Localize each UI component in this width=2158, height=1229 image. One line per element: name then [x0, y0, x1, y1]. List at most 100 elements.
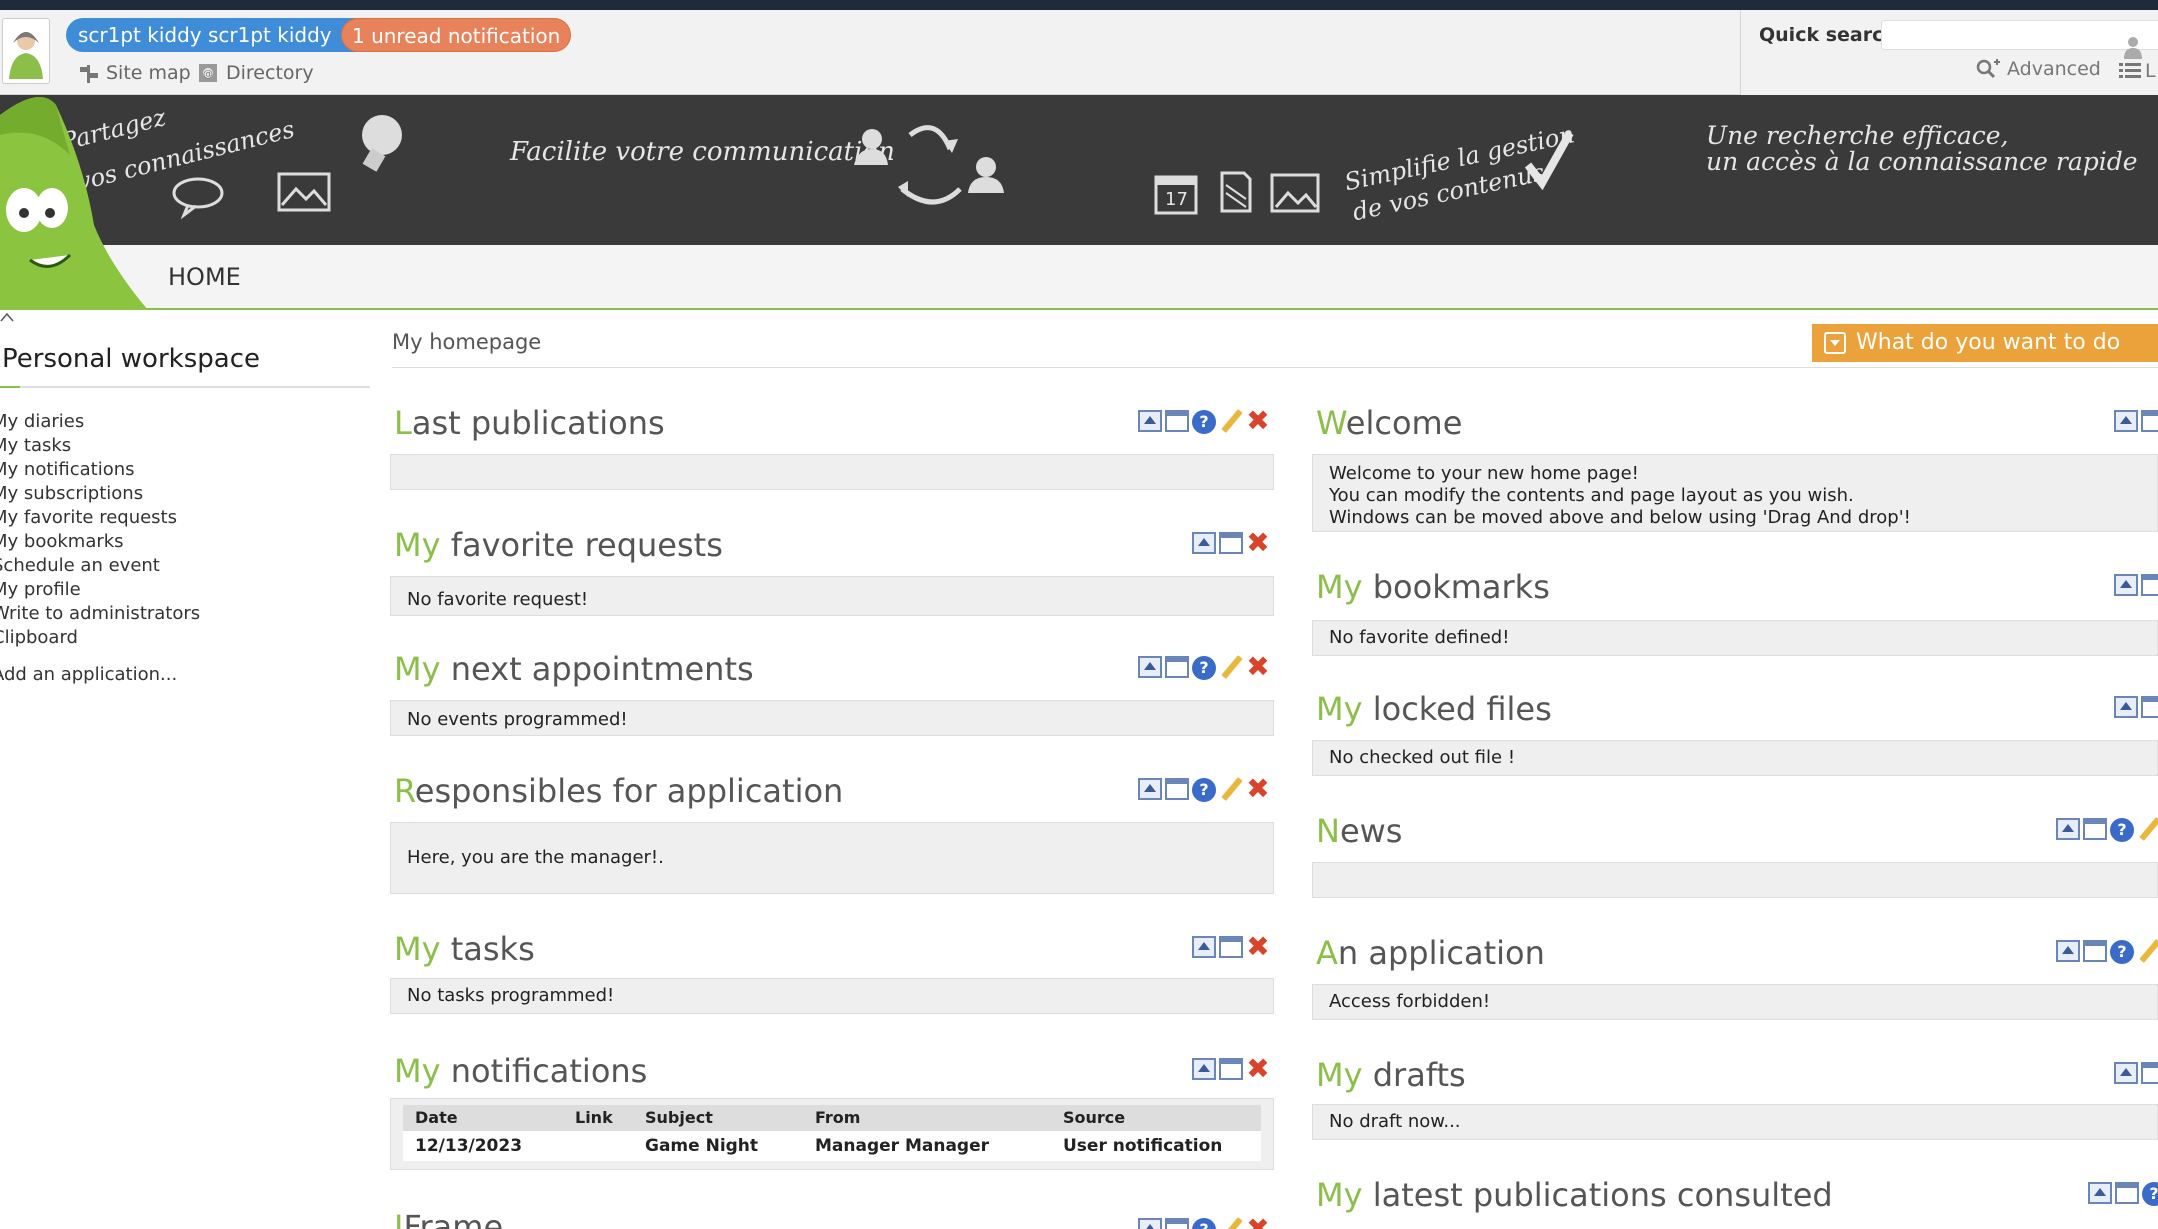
portlet-body: Welcome to your new home page! You can m…: [1312, 454, 2158, 532]
edit-icon[interactable]: [2137, 940, 2158, 962]
move-up-icon[interactable]: [2114, 410, 2138, 432]
sidebar-item-write-admins[interactable]: Write to administrators: [0, 602, 200, 626]
sidebar-item-favorite-requests[interactable]: My favorite requests: [0, 506, 200, 530]
column-link[interactable]: Link: [563, 1105, 633, 1131]
user-menu-button[interactable]: scr1pt kiddy scr1pt kiddy: [66, 18, 376, 52]
portlet-title: My next appointments: [394, 650, 754, 688]
user-avatar[interactable]: [2, 18, 50, 84]
window-icon[interactable]: [2083, 818, 2107, 840]
window-icon[interactable]: [2115, 1182, 2139, 1204]
column-subject[interactable]: Subject: [633, 1105, 803, 1131]
cell-subject[interactable]: Game Night: [633, 1131, 803, 1161]
move-up-icon[interactable]: [1192, 1058, 1216, 1080]
nav-home-link[interactable]: HOME: [168, 263, 241, 291]
help-icon[interactable]: ?: [2142, 1182, 2158, 1206]
move-up-icon[interactable]: [2056, 940, 2080, 962]
welcome-line-3: Windows can be moved above and below usi…: [1329, 507, 1911, 528]
collapse-arrow-icon[interactable]: [0, 312, 14, 322]
window-icon[interactable]: [2141, 574, 2158, 596]
window-icon[interactable]: [1165, 778, 1189, 800]
quick-search-input[interactable]: [1881, 20, 2158, 59]
welcome-line-2: You can modify the contents and page lay…: [1329, 485, 1854, 506]
portlet-body: [390, 454, 1274, 490]
help-icon[interactable]: ?: [1192, 410, 1216, 434]
help-icon[interactable]: ?: [1192, 778, 1216, 802]
sidebar: Personal workspace My diaries My tasks M…: [0, 312, 370, 1229]
move-up-icon[interactable]: [2114, 574, 2138, 596]
directory-link[interactable]: @ Directory: [198, 62, 314, 84]
portlet-title: My tasks: [394, 930, 535, 968]
portlet-controls: [2114, 1062, 2158, 1084]
window-icon[interactable]: [1219, 532, 1243, 554]
move-up-icon[interactable]: [1192, 532, 1216, 554]
sidebar-item-subscriptions[interactable]: My subscriptions: [0, 482, 200, 506]
next-action-button[interactable]: What do you want to do next?: [1812, 324, 2158, 393]
sidebar-item-clipboard[interactable]: Clipboard: [0, 626, 200, 650]
help-icon[interactable]: ?: [1192, 656, 1216, 680]
edit-icon[interactable]: [1219, 410, 1243, 432]
close-icon[interactable]: ✖: [1246, 653, 1270, 681]
sidebar-item-schedule-event[interactable]: Schedule an event: [0, 554, 200, 578]
window-icon[interactable]: [2141, 1062, 2158, 1084]
move-up-icon[interactable]: [2088, 1182, 2112, 1204]
user-avatar-icon: [9, 32, 43, 79]
move-up-icon[interactable]: [1138, 778, 1162, 800]
close-icon[interactable]: ✖: [1246, 1215, 1270, 1229]
sidebar-item-diaries[interactable]: My diaries: [0, 410, 200, 434]
portlet-title: News: [1316, 812, 1403, 850]
column-date[interactable]: Date: [403, 1105, 563, 1131]
window-icon[interactable]: [1165, 656, 1189, 678]
move-up-icon[interactable]: [2114, 1062, 2138, 1084]
image-sketch-icon: [277, 172, 331, 212]
list-link[interactable]: L: [2119, 60, 2156, 82]
window-icon[interactable]: [2141, 410, 2158, 432]
add-application-link[interactable]: Add an application...: [0, 664, 177, 685]
window-icon[interactable]: [2141, 696, 2158, 718]
column-from[interactable]: From: [803, 1105, 1051, 1131]
portlet-body: Date Link Subject From Source 12/13/2023…: [390, 1098, 1274, 1170]
banner-communication: Facilite votre communication: [510, 137, 895, 167]
lightbulb-icon: [362, 115, 402, 172]
move-up-icon[interactable]: [1192, 936, 1216, 958]
picture-icon: [1270, 173, 1320, 213]
banner: Partagez vos connaissances Facilite votr…: [0, 95, 2158, 245]
edit-icon[interactable]: [1219, 1218, 1243, 1229]
window-icon[interactable]: [1219, 1058, 1243, 1080]
advanced-search-link[interactable]: Advanced: [1975, 58, 2101, 80]
close-icon[interactable]: ✖: [1246, 1055, 1270, 1083]
move-up-icon[interactable]: [1138, 410, 1162, 432]
portlet-title: My favorite requests: [394, 526, 723, 564]
unread-notification-badge[interactable]: 1 unread notification: [341, 18, 572, 52]
move-up-icon[interactable]: [1138, 1218, 1162, 1229]
close-icon[interactable]: ✖: [1246, 407, 1270, 435]
close-icon[interactable]: ✖: [1246, 529, 1270, 557]
close-icon[interactable]: ✖: [1246, 933, 1270, 961]
move-up-icon[interactable]: [2056, 818, 2080, 840]
site-map-link[interactable]: Site map: [78, 62, 191, 84]
table-row[interactable]: 12/13/2023 Game Night Manager Manager Us…: [403, 1131, 1261, 1161]
window-icon[interactable]: [2083, 940, 2107, 962]
sidebar-item-notifications[interactable]: My notifications: [0, 458, 200, 482]
move-up-icon[interactable]: [2114, 696, 2138, 718]
sidebar-item-profile[interactable]: My profile: [0, 578, 200, 602]
column-source[interactable]: Source: [1051, 1105, 1261, 1131]
search-plus-icon: [1976, 59, 2000, 79]
edit-icon[interactable]: [1219, 656, 1243, 678]
portlet-title: Last publications: [394, 404, 665, 442]
window-icon[interactable]: [1165, 410, 1189, 432]
person-icon[interactable]: [2122, 35, 2144, 59]
user-name: scr1pt kiddy scr1pt kiddy: [78, 23, 332, 47]
sidebar-item-bookmarks[interactable]: My bookmarks: [0, 530, 200, 554]
portlet-title: My bookmarks: [1316, 568, 1550, 606]
help-icon[interactable]: ?: [2110, 940, 2134, 964]
window-icon[interactable]: [1219, 936, 1243, 958]
edit-icon[interactable]: [1219, 778, 1243, 800]
close-icon[interactable]: ✖: [1246, 775, 1270, 803]
help-icon[interactable]: ?: [1192, 1218, 1216, 1229]
sidebar-item-tasks[interactable]: My tasks: [0, 434, 200, 458]
cell-link[interactable]: [563, 1131, 633, 1161]
edit-icon[interactable]: [2137, 818, 2158, 840]
window-icon[interactable]: [1165, 1218, 1189, 1229]
move-up-icon[interactable]: [1138, 656, 1162, 678]
help-icon[interactable]: ?: [2110, 818, 2134, 842]
